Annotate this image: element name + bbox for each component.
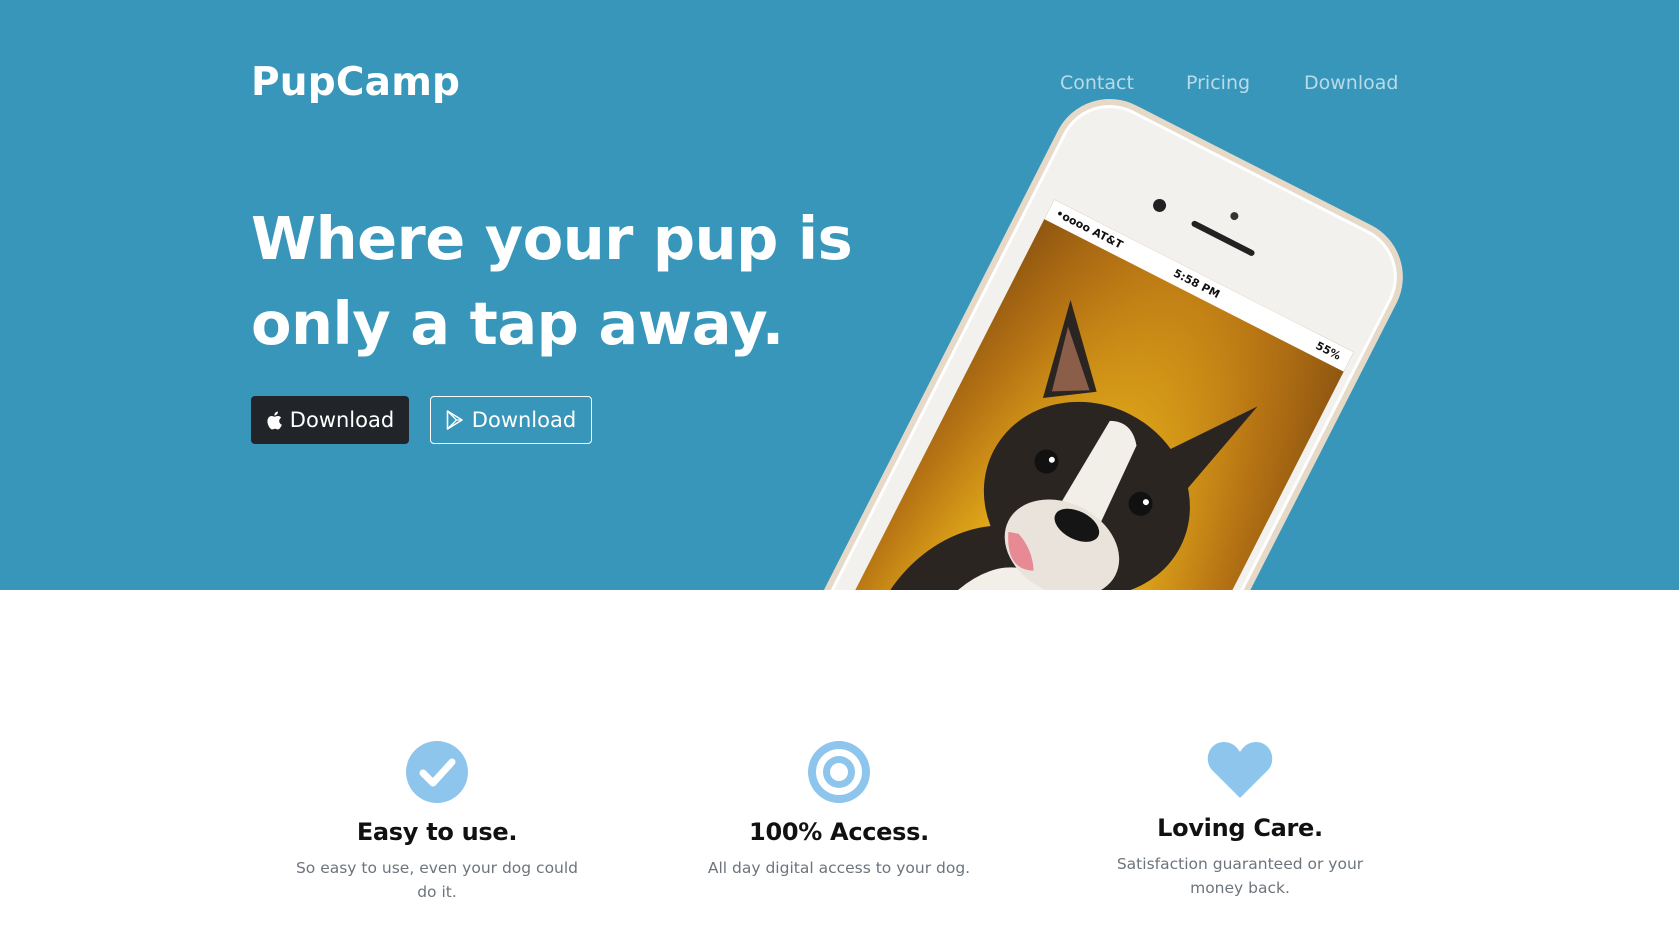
google-play-download-button[interactable]: Download <box>430 396 592 444</box>
brand-logo[interactable]: PupCamp <box>251 60 460 105</box>
feature-title: 100% Access. <box>749 818 929 846</box>
feature-title: Loving Care. <box>1157 814 1323 842</box>
target-icon <box>689 740 989 804</box>
check-circle-icon <box>287 740 587 804</box>
nav-download-link[interactable]: Download <box>1304 72 1398 94</box>
feature-access: 100% Access. All day digital access to y… <box>689 740 989 880</box>
heart-icon <box>1090 740 1390 800</box>
feature-text: All day digital access to your dog. <box>707 859 971 877</box>
feature-text: Satisfaction guaranteed or your money ba… <box>1116 855 1364 897</box>
feature-care: Loving Care. Satisfaction guaranteed or … <box>1090 740 1390 900</box>
feature-easy: Easy to use. So easy to use, even your d… <box>287 740 587 904</box>
headline-line-2: only a tap away. <box>251 289 784 358</box>
app-store-download-button[interactable]: Download <box>251 396 409 444</box>
phone-camera <box>1150 196 1169 215</box>
feature-title: Easy to use. <box>356 818 518 846</box>
hero-section: PupCamp Contact Pricing Download Where y… <box>0 0 1679 590</box>
google-play-button-label: Download <box>471 408 577 432</box>
phone-sensor <box>1229 210 1240 222</box>
feature-text: So easy to use, even your dog could do i… <box>295 859 579 901</box>
features-section: Easy to use. So easy to use, even your d… <box>0 590 1679 935</box>
google-play-icon <box>446 410 464 430</box>
hero-headline: Where your pup is only a tap away. <box>251 196 891 366</box>
apple-icon <box>266 411 282 430</box>
nav-pricing-link[interactable]: Pricing <box>1186 72 1250 94</box>
app-store-button-label: Download <box>289 408 395 432</box>
headline-line-1: Where your pup is <box>251 204 853 273</box>
phone-speaker <box>1190 219 1256 257</box>
